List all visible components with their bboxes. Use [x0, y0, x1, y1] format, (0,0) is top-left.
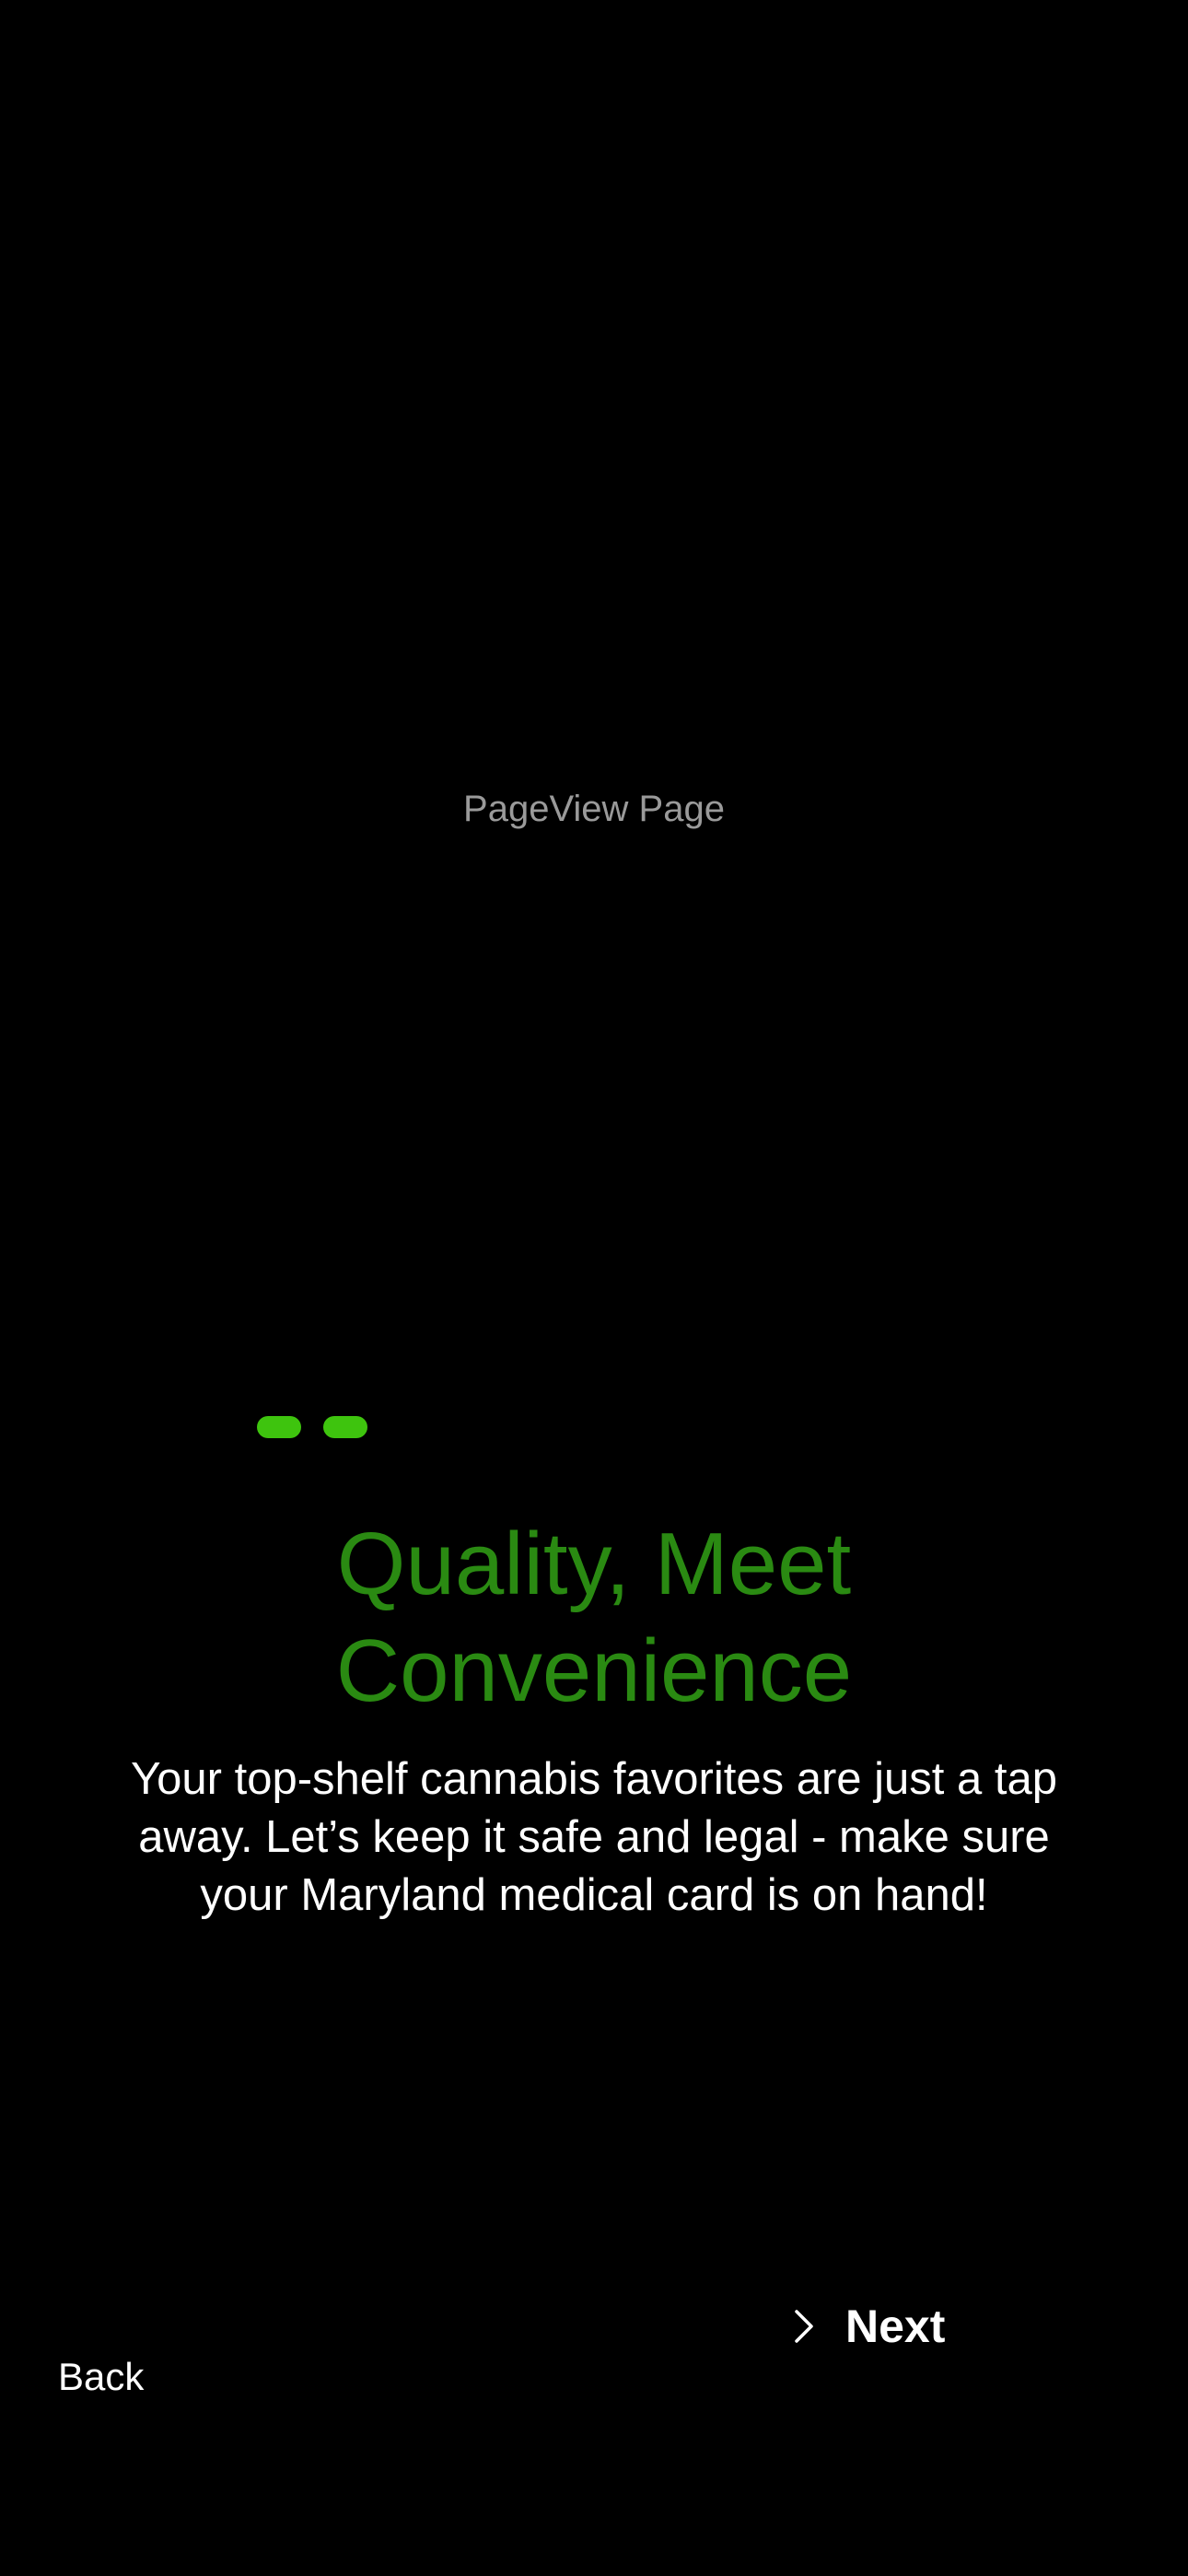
pageview-placeholder: PageView Page	[463, 789, 725, 829]
onboarding-description-line-1: Your top-shelf cannabis favorites are ju…	[130, 1754, 1057, 1804]
next-button[interactable]: Next	[794, 2294, 945, 2359]
onboarding-description-line-3: your Maryland medical card is on hand!	[200, 1870, 988, 1920]
next-label: Next	[845, 2301, 946, 2352]
onboarding-title: Quality, Meet Convenience	[0, 1511, 1188, 1725]
page-indicator	[257, 1416, 367, 1438]
chevron-right-icon	[794, 2309, 814, 2344]
onboarding-title-line-2: Convenience	[335, 1622, 853, 1720]
onboarding-description: Your top-shelf cannabis favorites are ju…	[55, 1751, 1133, 1925]
onboarding-description-line-2: away. Let’s keep it safe and legal - mak…	[138, 1812, 1050, 1862]
back-button[interactable]: Back	[58, 2349, 144, 2405]
onboarding-title-line-1: Quality, Meet	[336, 1515, 852, 1613]
page-indicator-dot-2	[323, 1416, 367, 1438]
page-indicator-dot-1	[257, 1416, 301, 1438]
